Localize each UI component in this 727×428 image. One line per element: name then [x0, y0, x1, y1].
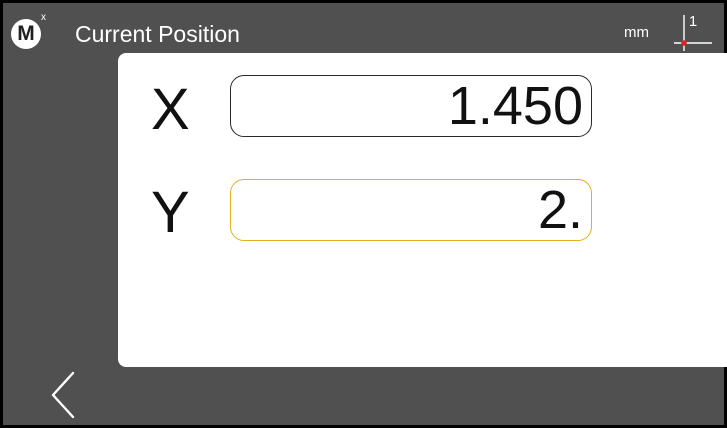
logo-letter: M — [17, 22, 35, 45]
datum-number[interactable]: 1 — [686, 12, 700, 32]
unit-label[interactable]: mm — [624, 23, 649, 43]
page-title: Current Position — [75, 21, 240, 47]
m-logo-icon: M — [11, 19, 41, 49]
axis-x-label: X — [151, 77, 190, 142]
position-panel: X 1.450 Y 2. — [118, 53, 727, 367]
axis-y-value-field[interactable]: 2. — [230, 179, 592, 241]
chevron-left-icon — [51, 371, 75, 419]
logo-superscript: x — [41, 12, 46, 23]
axis-x-value-field[interactable]: 1.450 — [230, 75, 592, 137]
axis-y-label: Y — [151, 180, 190, 245]
back-button[interactable] — [47, 369, 81, 421]
app-window: M x Current Position mm 1 X 1.450 Y 2. — [0, 0, 727, 428]
